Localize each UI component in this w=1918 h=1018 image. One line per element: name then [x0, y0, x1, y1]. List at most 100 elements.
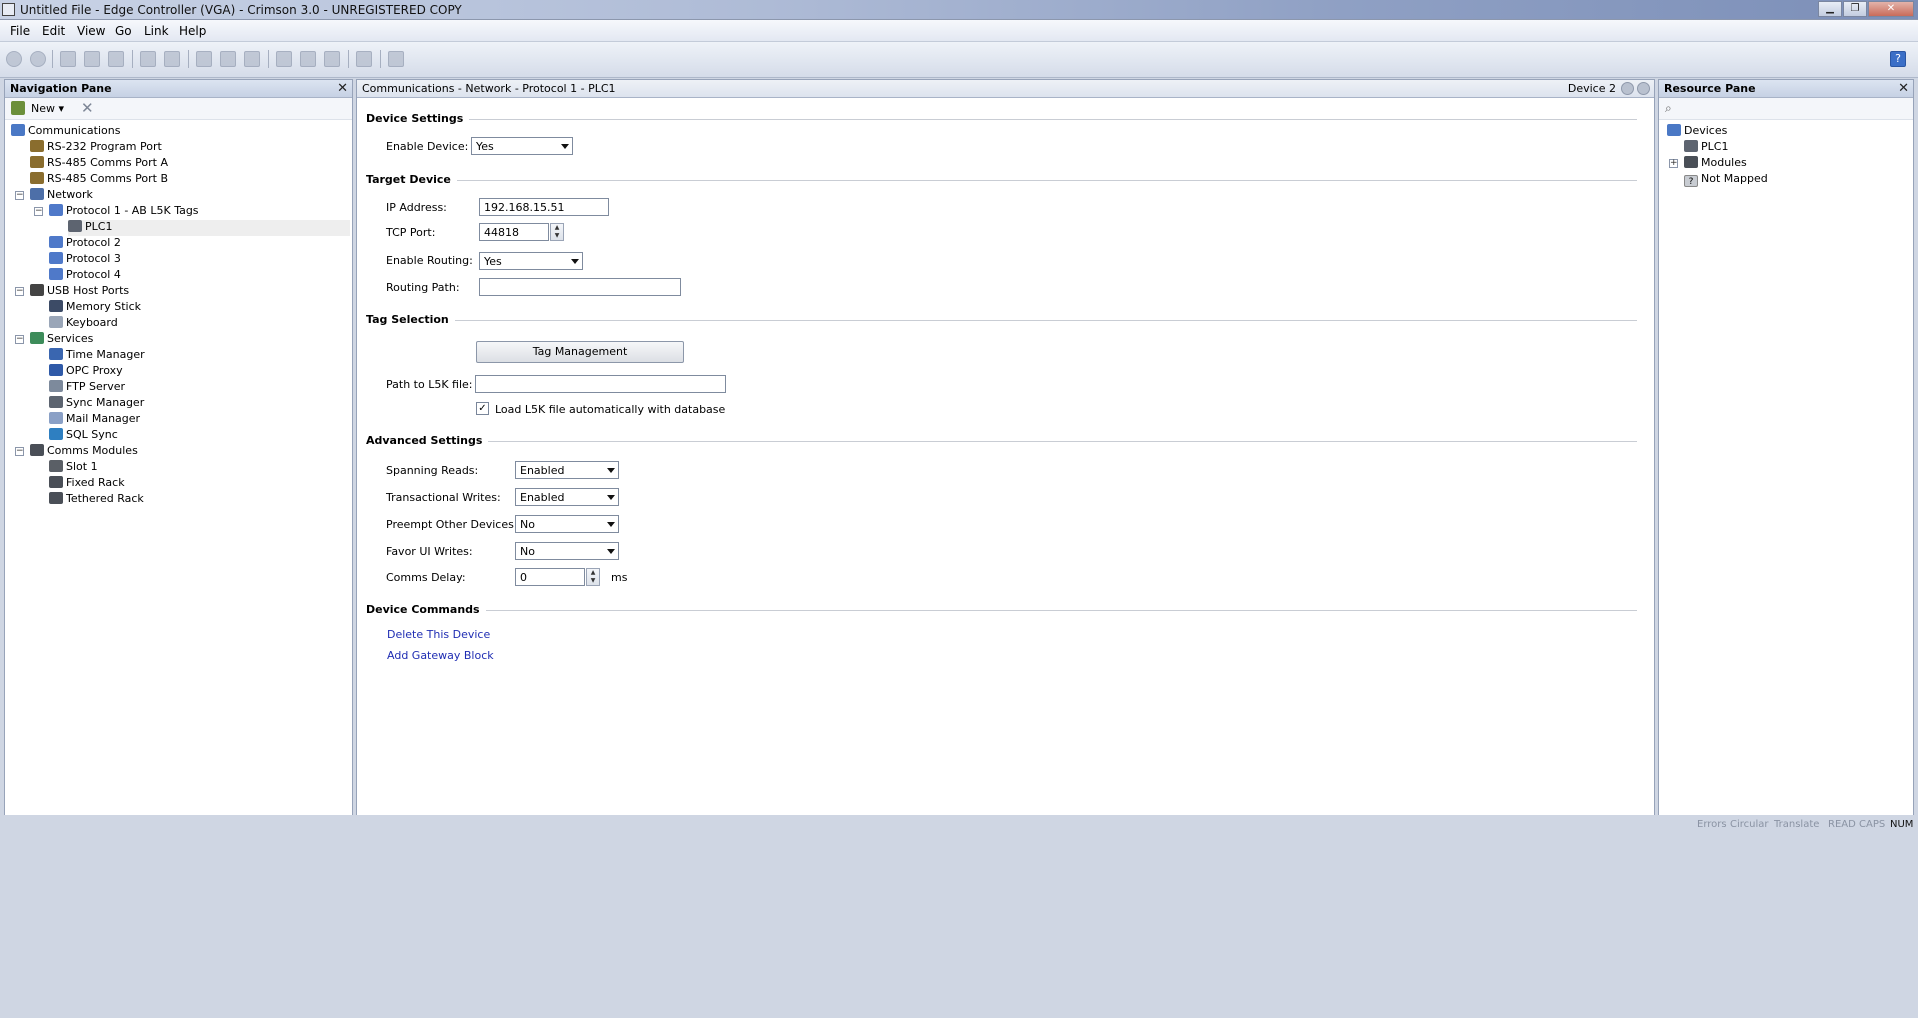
load-l5k-checkbox[interactable]: ✓ [476, 402, 489, 415]
export-icon[interactable] [164, 51, 180, 67]
comms-delay-stepper[interactable]: ▲ ▼ [586, 568, 600, 586]
new-button[interactable]: New ▾ [31, 102, 64, 115]
tcp-port-field[interactable]: 44818 [479, 223, 549, 241]
comms-delay-field[interactable]: 0 [515, 568, 585, 586]
tree-item[interactable]: Slot 1 [49, 460, 98, 476]
comms-delay-label: Comms Delay: [386, 571, 466, 584]
section-target-device: Target Device [366, 173, 457, 186]
tree-item[interactable]: FTP Server [49, 380, 125, 396]
print-icon[interactable] [300, 51, 316, 67]
tree-item[interactable]: USB Host Ports − [15, 284, 129, 300]
cut-icon[interactable] [196, 51, 212, 67]
tree-item[interactable]: Memory Stick [49, 300, 141, 316]
tree-item[interactable]: Network − [15, 188, 93, 204]
close-window-button[interactable]: ✕ [1868, 1, 1914, 17]
tree-item[interactable]: Keyboard [49, 316, 118, 332]
opc-icon [49, 364, 63, 376]
enable-routing-label: Enable Routing: [386, 254, 473, 267]
add-gateway-block-link[interactable]: Add Gateway Block [387, 649, 494, 662]
tree-item[interactable]: Tethered Rack [49, 492, 144, 508]
delete-device-link[interactable]: Delete This Device [387, 628, 490, 641]
collapse-icon[interactable]: − [15, 191, 24, 200]
import-icon[interactable] [140, 51, 156, 67]
search-icon[interactable]: ⌕ [1665, 101, 1672, 116]
serial-port-icon [30, 156, 44, 168]
tree-item[interactable]: RS-232 Program Port [30, 140, 162, 156]
network-icon [30, 188, 44, 200]
tree-item[interactable]: Communications [11, 124, 120, 140]
tree-item[interactable]: PLC1 [68, 220, 350, 236]
prev-device-icon[interactable] [1621, 82, 1634, 95]
l5k-path-field[interactable] [475, 375, 726, 393]
collapse-icon[interactable]: − [34, 207, 43, 216]
device-nav-label: Device 2 [1567, 82, 1616, 95]
paste-icon[interactable] [244, 51, 260, 67]
forward-icon[interactable] [30, 51, 46, 67]
delete-icon[interactable]: ✕ [81, 99, 94, 117]
tree-item[interactable]: RS-485 Comms Port B [30, 172, 168, 188]
menu-view[interactable]: View [77, 24, 105, 38]
tree-item[interactable]: Fixed Rack [49, 476, 125, 492]
transactional-writes-select[interactable]: Enabled [515, 488, 619, 506]
tree-item[interactable]: Devices [1667, 124, 1727, 140]
menu-edit[interactable]: Edit [42, 24, 65, 38]
minimize-button[interactable]: ▁ [1818, 1, 1842, 17]
tree-item[interactable]: RS-485 Comms Port A [30, 156, 168, 172]
tree-item-label: RS-485 Comms Port B [47, 172, 169, 185]
rack-icon [49, 476, 63, 488]
monitor-icon[interactable] [356, 51, 372, 67]
ip-address-label: IP Address: [386, 201, 447, 214]
spanning-reads-select[interactable]: Enabled [515, 461, 619, 479]
menu-link[interactable]: Link [144, 24, 169, 38]
tree-item[interactable]: Services − [15, 332, 93, 348]
tree-item[interactable]: SQL Sync [49, 428, 118, 444]
ip-address-field[interactable]: 192.168.15.51 [479, 198, 609, 216]
maximize-button[interactable]: ❐ [1843, 1, 1867, 17]
link-icon[interactable] [324, 51, 340, 67]
tree-item[interactable]: Protocol 4 [49, 268, 121, 284]
tree-item[interactable]: Sync Manager [49, 396, 144, 412]
tree-item[interactable]: ? Not Mapped [1684, 172, 1768, 188]
section-device-commands: Device Commands [366, 603, 486, 616]
collapse-icon[interactable]: − [15, 447, 24, 456]
status-caps: CAPS [1859, 819, 1886, 830]
tree-item[interactable]: PLC1 [1684, 140, 1728, 156]
tree-item[interactable]: OPC Proxy [49, 364, 123, 380]
favor-ui-select[interactable]: No [515, 542, 619, 560]
tree-item[interactable]: Time Manager [49, 348, 145, 364]
menu-go[interactable]: Go [115, 24, 132, 38]
enable-device-select[interactable]: Yes [471, 137, 573, 155]
close-icon[interactable]: ✕ [1898, 81, 1909, 96]
preempt-select[interactable]: No [515, 515, 619, 533]
tree-item[interactable]: Modules + [1669, 156, 1747, 172]
open-icon[interactable] [84, 51, 100, 67]
tree-item[interactable]: Protocol 3 [49, 252, 121, 268]
new-file-icon[interactable] [60, 51, 76, 67]
tree-item[interactable]: Protocol 1 - AB L5K Tags − [34, 204, 199, 220]
tcp-port-stepper[interactable]: ▲ ▼ [550, 223, 564, 241]
collapse-icon[interactable]: − [15, 287, 24, 296]
expand-icon[interactable]: + [1669, 159, 1678, 168]
help-icon[interactable]: ? [1890, 51, 1906, 67]
enable-routing-select[interactable]: Yes [479, 252, 583, 270]
tree-item[interactable]: Mail Manager [49, 412, 140, 428]
menu-help[interactable]: Help [179, 24, 206, 38]
routing-path-field[interactable] [479, 278, 681, 296]
breadcrumb: Communications - Network - Protocol 1 - … [362, 82, 616, 95]
menu-file[interactable]: File [10, 24, 30, 38]
tree-item-label: Fixed Rack [66, 476, 125, 489]
wrench-icon[interactable] [388, 51, 404, 67]
close-icon[interactable]: ✕ [337, 81, 348, 96]
tag-management-button[interactable]: Tag Management [476, 341, 684, 363]
tree-item[interactable]: Comms Modules − [15, 444, 138, 460]
copy-icon[interactable] [220, 51, 236, 67]
sql-icon [49, 428, 63, 440]
save-icon[interactable] [108, 51, 124, 67]
find-icon[interactable] [276, 51, 292, 67]
next-device-icon[interactable] [1637, 82, 1650, 95]
tree-item[interactable]: Protocol 2 [49, 236, 121, 252]
back-icon[interactable] [6, 51, 22, 67]
routing-path-label: Routing Path: [386, 281, 460, 294]
collapse-icon[interactable]: − [15, 335, 24, 344]
load-l5k-label: Load L5K file automatically with databas… [495, 403, 726, 416]
